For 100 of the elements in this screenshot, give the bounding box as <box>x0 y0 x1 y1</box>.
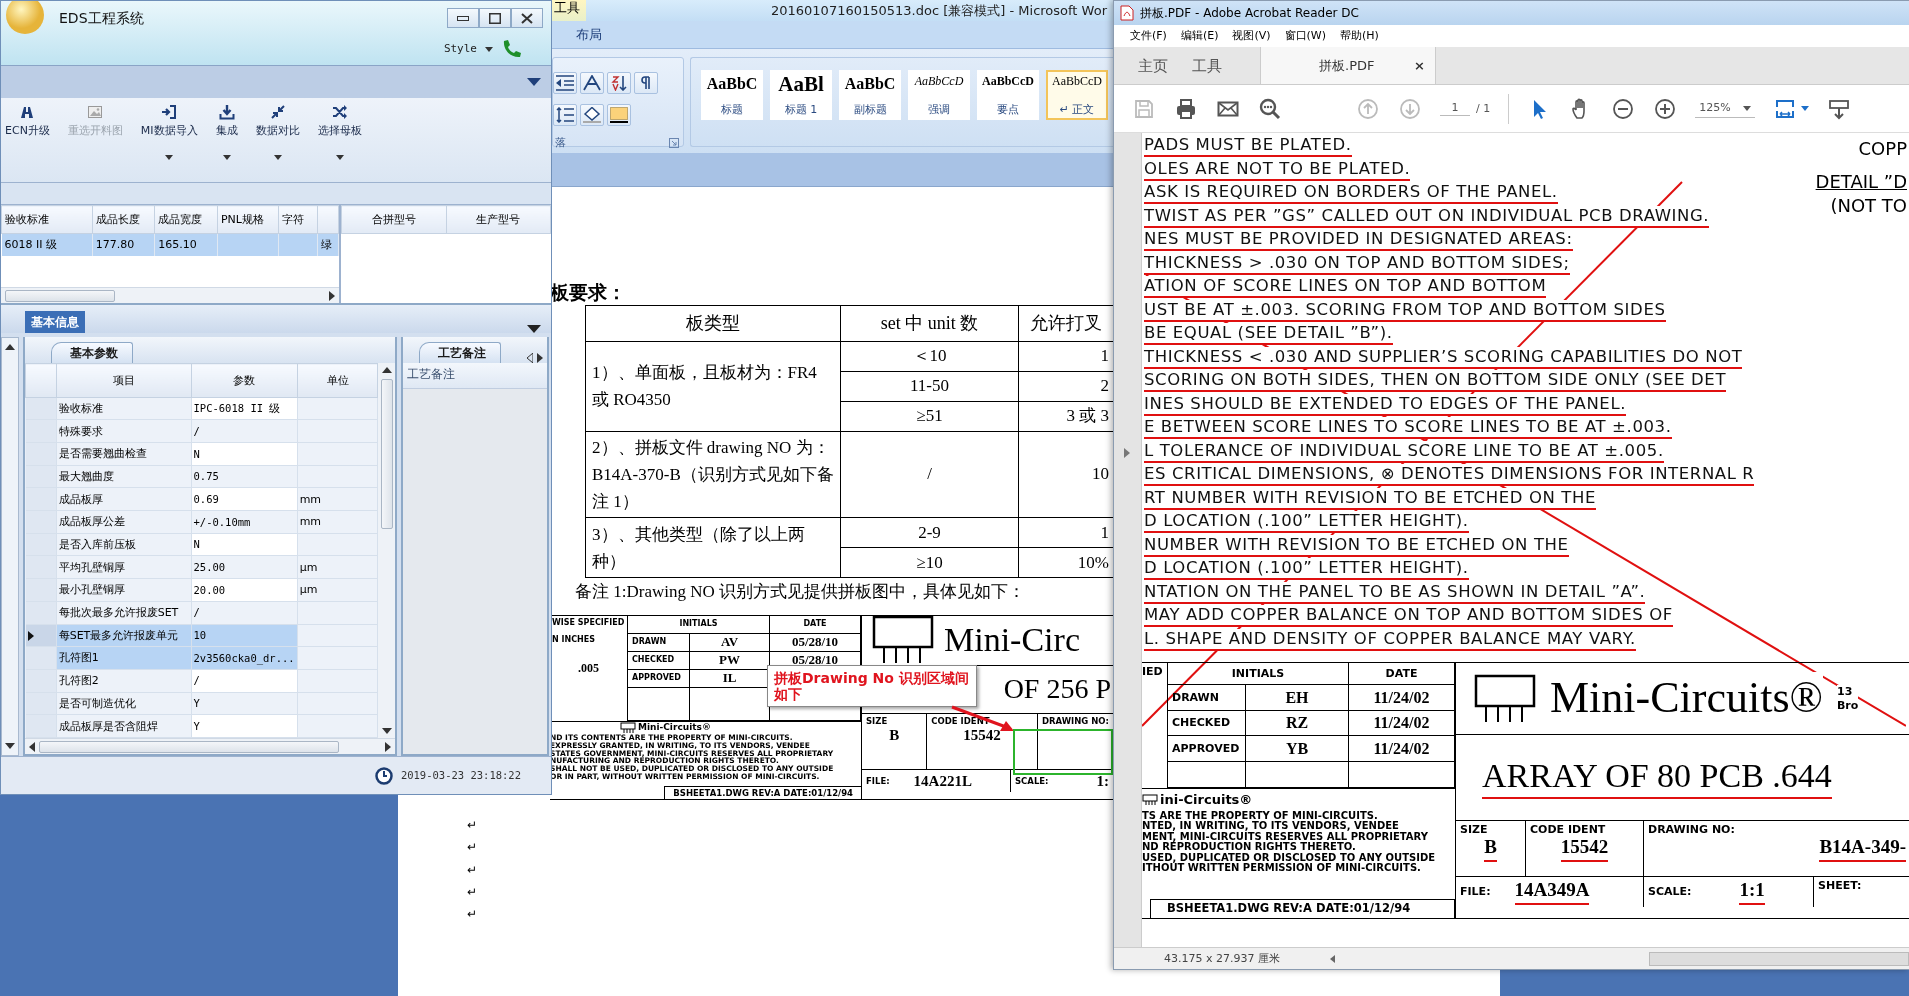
toolbar-button[interactable]: MI数据导入 <box>136 104 202 168</box>
ribbon-button[interactable] <box>634 72 658 94</box>
phone-icon[interactable] <box>501 39 523 59</box>
collapse-caret-icon[interactable] <box>527 325 541 333</box>
horizontal-scrollbar[interactable] <box>1 287 339 303</box>
callout-tooltip: 拼板Drawing No 识别区域间如下 <box>767 664 977 707</box>
column-header[interactable]: 验收标准 <box>1 205 93 234</box>
horizontal-scrollbar[interactable] <box>1649 951 1909 966</box>
menu-item[interactable]: 帮助(H) <box>1340 29 1379 43</box>
page-number-field[interactable]: 1 <box>1440 101 1470 116</box>
search-icon[interactable] <box>1258 96 1282 121</box>
ribbon-button[interactable] <box>553 104 577 126</box>
row-header[interactable] <box>25 624 57 647</box>
drawing-text: COPP <box>1858 137 1907 161</box>
table-row[interactable]: 是否入库前压板 N <box>25 533 378 556</box>
table-row[interactable]: 是否可制造优化 Y <box>25 692 378 715</box>
menu-item[interactable]: 文件(F) <box>1130 29 1167 43</box>
column-header[interactable]: 生产型号 <box>446 205 551 234</box>
column-header[interactable]: 参数 <box>191 363 298 398</box>
panel-tab[interactable]: 工艺备注 <box>419 341 501 363</box>
table-row[interactable]: 每SET最多允许报废单元 10 <box>25 624 378 647</box>
zoom-dropdown[interactable]: 125% <box>1695 99 1755 118</box>
scroll-up-icon[interactable] <box>5 344 15 350</box>
drawing-text: 14A221L <box>913 771 972 790</box>
drawing-text: 15542 <box>963 725 1001 744</box>
style-tile[interactable]: AaBbC 副标题 <box>839 70 901 120</box>
column-header[interactable]: PNL规格 <box>217 205 279 234</box>
window-title: 拼板.PDF - Adobe Acrobat Reader DC <box>1140 5 1359 21</box>
drawing-text: OF 256 P <box>1003 672 1111 707</box>
close-button[interactable] <box>511 8 543 28</box>
table-cell: / <box>840 431 1019 518</box>
table-row[interactable]: 6018 II 级 177.80 165.10 绿 <box>1 233 339 256</box>
zoom-in-icon[interactable] <box>1653 96 1678 121</box>
menu-item[interactable]: 视图(V) <box>1232 29 1271 43</box>
menu-item[interactable]: 编辑(E) <box>1180 29 1219 43</box>
table-row[interactable]: 最小孔壁铜厚 20.00 μm <box>25 578 378 602</box>
drawing-text: L TOLERANCE OF INDIVIDUAL SCORE LINE TO BE AT ±.005. <box>1144 440 1664 463</box>
menu-item[interactable]: 窗口(W) <box>1284 29 1327 43</box>
drawing-text: D LOCATION (.100” LETTER HEIGHT). <box>1144 511 1469 533</box>
close-button[interactable]: × <box>1414 57 1425 74</box>
expand-arrow-icon[interactable] <box>1124 447 1130 458</box>
toolbar-button[interactable]: ECN升级 <box>1 104 54 168</box>
ribbon-button[interactable] <box>580 72 604 94</box>
maximize-button[interactable] <box>479 8 511 28</box>
toolbar-button[interactable]: 选择母板 <box>313 104 366 168</box>
table-row[interactable]: 孔符图1 2v3560cka0_dr... <box>25 646 378 670</box>
table-row[interactable]: 成品板厚是否含阻焊 Y <box>25 714 378 738</box>
collapse-caret-icon[interactable] <box>527 78 541 86</box>
table-row[interactable]: 平均孔壁铜厚 25.00 μm <box>25 555 378 579</box>
horizontal-scrollbar[interactable] <box>25 738 395 754</box>
dialog-launcher-icon[interactable] <box>669 137 679 148</box>
table-row[interactable]: 验收标准 IPC-6018 II 级 <box>25 397 378 420</box>
tab-left-icon[interactable] <box>527 353 533 363</box>
section-tab[interactable]: 基本信息 <box>25 310 85 333</box>
table-row[interactable]: 最大翘曲度 0.75 <box>25 465 378 488</box>
table-row[interactable]: 成品板厚 0.69 mm <box>25 487 378 511</box>
column-header[interactable]: 单位 <box>297 363 378 398</box>
column-header[interactable]: 合拼型号 <box>341 205 446 234</box>
paragraph-mark: ↵ <box>467 862 477 877</box>
tab[interactable]: 主页 <box>1126 47 1180 84</box>
column-header[interactable]: 字符 <box>278 205 318 234</box>
tab[interactable]: 工具 <box>1180 47 1234 84</box>
tab-right-icon[interactable] <box>537 353 543 363</box>
toolbar-button[interactable]: 集成 <box>211 104 242 168</box>
table-row[interactable]: 成品板厚公差 +/-0.10mm mm <box>25 510 378 534</box>
toolbar-button[interactable]: 数据对比 <box>251 104 304 168</box>
drawing-text: 1: <box>1096 771 1109 790</box>
style-name: ↵ 正文 <box>1059 102 1095 116</box>
printer-icon[interactable] <box>1174 96 1198 121</box>
group-label: 落 <box>555 136 566 150</box>
style-tile[interactable]: AaBbCcD 强调 <box>908 70 970 120</box>
panel-tab[interactable]: 基本参数 <box>51 341 133 363</box>
ribbon-button[interactable] <box>580 104 604 126</box>
table-row[interactable]: 孔符图2 / <box>25 669 378 693</box>
table-row[interactable]: 是否需要翘曲检查 N <box>25 442 378 466</box>
drawing-text: FILE: <box>866 775 890 786</box>
ribbon-button[interactable] <box>553 72 577 94</box>
minimize-button[interactable] <box>447 8 479 28</box>
zoom-out-icon[interactable] <box>1611 96 1636 121</box>
ribbon-button[interactable] <box>607 104 631 126</box>
column-header[interactable]: 成品宽度 <box>154 205 218 234</box>
vertical-scrollbar[interactable] <box>378 363 395 738</box>
decrease-indent-icon <box>556 75 574 91</box>
page-count: / 1 <box>1476 101 1491 116</box>
table-row[interactable]: 每批次最多允许报废SET / <box>25 601 378 624</box>
scroll-left-icon[interactable] <box>1330 954 1335 963</box>
column-header[interactable]: 项目 <box>56 363 191 398</box>
style-tile[interactable]: AaBbC 标题 <box>701 70 763 120</box>
document-tab[interactable]: 拼板.PDF × <box>1260 47 1436 84</box>
style-tile[interactable]: AaBl 标题 1 <box>770 70 832 120</box>
style-dropdown[interactable]: Style <box>443 42 493 56</box>
drawing-text: D LOCATION (.100” LETTER HEIGHT). <box>1144 558 1469 580</box>
style-tile[interactable]: AaBbCcD 要点 <box>977 70 1039 120</box>
drawing-text: E BETWEEN SCORE LINES TO SCORE LINES TO BE AT ±.003. <box>1144 417 1672 439</box>
ribbon-tab[interactable]: 布局 <box>576 26 602 43</box>
scroll-down-icon[interactable] <box>5 743 15 749</box>
column-header[interactable]: 成品长度 <box>92 205 155 234</box>
page-size: 43.175 x 27.937 厘米 <box>1164 951 1280 966</box>
style-tile[interactable]: AaBbCcD ↵ 正文 <box>1046 70 1108 120</box>
table-row[interactable]: 特殊要求 / <box>25 419 378 443</box>
